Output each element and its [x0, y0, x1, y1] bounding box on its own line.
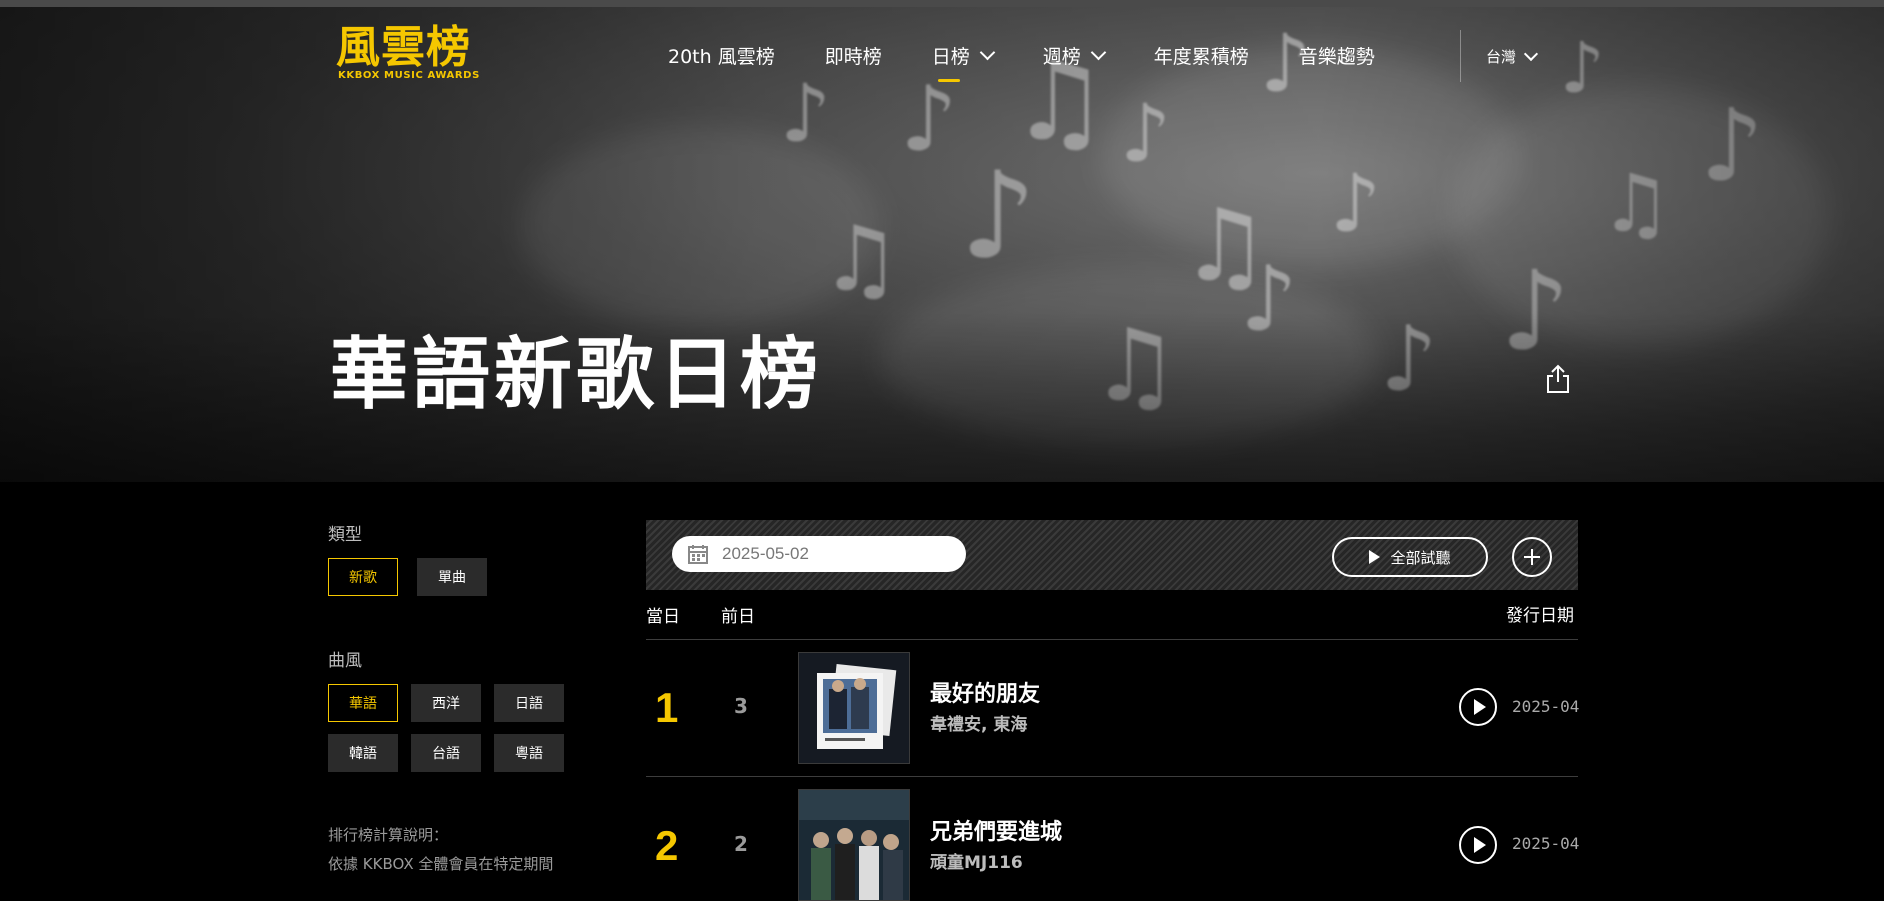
date-input[interactable] — [720, 543, 944, 565]
region-selector[interactable]: 台灣 — [1486, 46, 1539, 67]
song-artist[interactable]: 頑童MJ116 — [930, 848, 1023, 873]
button-label: 韓語 — [349, 746, 377, 762]
chart-toolbar: 全部試聽 — [646, 520, 1578, 590]
calendar-icon — [688, 545, 708, 564]
nav-daily[interactable]: 日榜 — [931, 42, 996, 82]
region-label: 台灣 — [1486, 48, 1517, 66]
col-today: 當日 — [646, 607, 680, 627]
ranking-note-title: 排行榜計算說明： — [328, 826, 449, 844]
release-date: 2025-04 — [1512, 834, 1580, 853]
play-all-button[interactable]: 全部試聽 — [1332, 537, 1488, 577]
button-label: 粵語 — [515, 746, 543, 762]
album-cover-art — [799, 653, 909, 763]
nav-realtime[interactable]: 即時榜 — [825, 42, 882, 69]
genre-cantonese-button[interactable]: 粵語 — [494, 734, 564, 772]
add-playlist-button[interactable] — [1512, 537, 1552, 577]
divider — [646, 776, 1578, 777]
chevron-down-icon — [1090, 44, 1107, 61]
play-all-label: 全部試聽 — [1390, 548, 1451, 567]
row-previous-rank: 2 — [734, 832, 748, 856]
button-label: 日語 — [515, 696, 543, 712]
nav-yearly[interactable]: 年度累積榜 — [1154, 42, 1249, 69]
divider — [646, 639, 1578, 640]
button-label: 單曲 — [438, 570, 466, 586]
song-title[interactable]: 兄弟們要進城 — [930, 814, 1062, 846]
button-label: 新歌 — [349, 570, 377, 586]
nav-label: 音樂趨勢 — [1298, 45, 1375, 68]
ranking-note-text: 依據 KKBOX 全體會員在特定期間 — [328, 855, 554, 873]
logo-mark: 風雲榜 — [336, 22, 471, 73]
date-picker[interactable] — [672, 536, 966, 572]
nav-divider — [1460, 30, 1461, 82]
chevron-down-icon — [1523, 46, 1539, 62]
nav-label: 週榜 — [1042, 45, 1081, 68]
row-rank: 1 — [655, 684, 679, 731]
album-cover-art — [799, 790, 909, 900]
button-label: 西洋 — [432, 696, 460, 712]
button-label: 台語 — [432, 746, 460, 762]
genre-taiwanese-button[interactable]: 台語 — [411, 734, 481, 772]
play-button[interactable] — [1459, 688, 1497, 726]
share-icon[interactable] — [1544, 364, 1572, 394]
row-previous-rank: 3 — [734, 694, 748, 718]
nav-trends[interactable]: 音樂趨勢 — [1299, 42, 1375, 69]
col-previous: 前日 — [721, 607, 755, 627]
main-nav: 20th 風雲榜 即時榜 日榜 週榜 年度累積榜 音樂趨勢 — [668, 40, 1425, 82]
button-label: 華語 — [349, 696, 377, 712]
type-label: 類型 — [328, 525, 362, 545]
nav-20th-awards[interactable]: 20th 風雲榜 — [668, 42, 775, 69]
col-release-date: 發行日期 — [1506, 606, 1574, 626]
play-button[interactable] — [1459, 826, 1497, 864]
row-rank: 2 — [655, 822, 679, 869]
top-border — [0, 0, 1884, 7]
page-title: 華語新歌日榜 — [330, 330, 823, 420]
logo-subtitle: KKBOX MUSIC AWARDS — [338, 70, 480, 81]
song-artist[interactable]: 韋禮安, 東海 — [930, 710, 1027, 735]
album-cover[interactable] — [798, 789, 910, 901]
nav-label: 日榜 — [931, 45, 970, 68]
genre-western-button[interactable]: 西洋 — [411, 684, 481, 722]
chevron-down-icon — [979, 44, 996, 61]
genre-korean-button[interactable]: 韓語 — [328, 734, 398, 772]
song-title[interactable]: 最好的朋友 — [930, 676, 1040, 708]
nav-weekly[interactable]: 週榜 — [1042, 42, 1107, 69]
genre-label: 曲風 — [328, 651, 362, 671]
nav-active-indicator — [937, 78, 960, 82]
logo[interactable]: 風雲榜 KKBOX MUSIC AWARDS — [336, 22, 479, 84]
genre-mandarin-button[interactable]: 華語 — [328, 684, 398, 722]
type-singles-button[interactable]: 單曲 — [417, 558, 487, 596]
type-new-songs-button[interactable]: 新歌 — [328, 558, 398, 596]
release-date: 2025-04 — [1512, 697, 1580, 716]
genre-japanese-button[interactable]: 日語 — [494, 684, 564, 722]
album-cover[interactable] — [798, 652, 910, 764]
nav-label: 即時榜 — [824, 45, 882, 68]
nav-label: 20th 風雲榜 — [668, 45, 775, 68]
play-icon — [1369, 550, 1381, 564]
nav-label: 年度累積榜 — [1153, 45, 1249, 68]
